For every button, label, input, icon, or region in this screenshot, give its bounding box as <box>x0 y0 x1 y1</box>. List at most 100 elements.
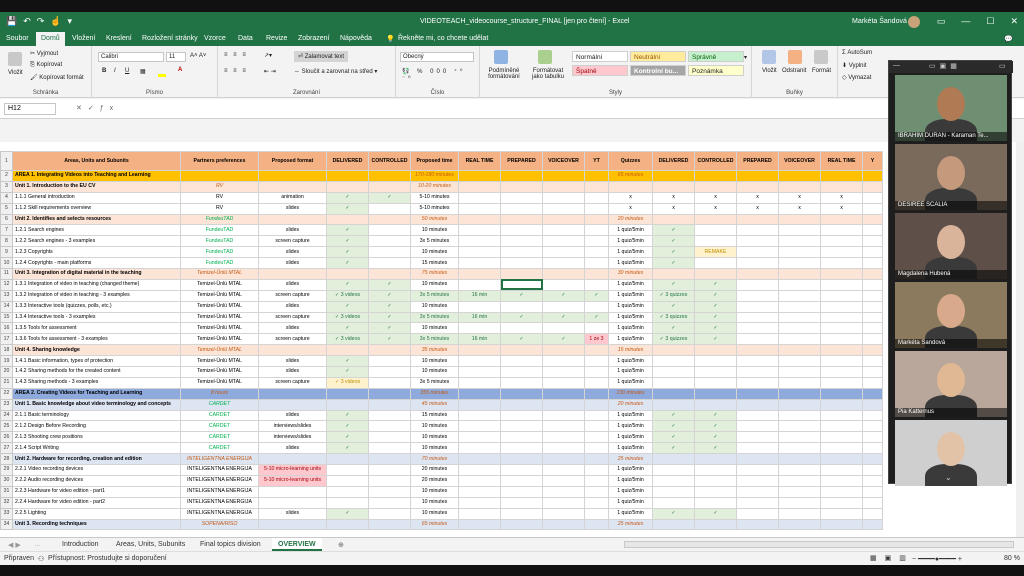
cell[interactable]: CARDET <box>180 442 259 455</box>
tab-page-layout[interactable]: Rozložení stránky <box>142 35 198 42</box>
cell[interactable] <box>326 485 369 498</box>
cell[interactable] <box>736 398 779 411</box>
cell[interactable] <box>778 464 821 476</box>
expand-call-icon[interactable]: ▭ <box>999 62 1006 70</box>
cell[interactable]: 5-10 micro-learning units <box>258 464 327 476</box>
cell[interactable] <box>862 376 883 389</box>
comments-icon[interactable]: 💬 <box>1004 35 1013 43</box>
cell[interactable] <box>862 518 883 531</box>
cell[interactable] <box>778 224 821 237</box>
cell[interactable] <box>862 235 883 248</box>
row-number[interactable]: 3 <box>0 180 13 193</box>
cell[interactable]: ✓ <box>368 311 411 324</box>
save-icon[interactable]: 💾 <box>6 16 17 27</box>
cell[interactable]: 1 quiz/5min <box>608 485 653 498</box>
cell[interactable] <box>542 300 585 313</box>
cell[interactable] <box>652 213 695 226</box>
cell[interactable] <box>326 398 369 411</box>
cell[interactable] <box>500 246 543 259</box>
cell[interactable]: 1 ze 3 <box>584 333 609 346</box>
cell[interactable]: 10 minutes <box>410 246 459 259</box>
cell[interactable] <box>542 268 585 280</box>
cell[interactable]: DELIVERED <box>326 151 369 171</box>
cell[interactable] <box>542 366 585 378</box>
cell[interactable] <box>778 322 821 335</box>
cell[interactable]: 45 minutes <box>410 398 459 411</box>
cell[interactable]: screen capture <box>258 311 327 324</box>
cell[interactable]: ✓ <box>652 409 695 422</box>
paste-button[interactable]: Vložit <box>8 70 23 76</box>
cell[interactable]: ✓ <box>652 442 695 455</box>
cell[interactable]: ✓ <box>694 289 737 302</box>
cell[interactable] <box>368 442 411 455</box>
cell[interactable]: slides <box>258 224 327 237</box>
cell[interactable] <box>820 246 863 259</box>
cell[interactable] <box>862 257 883 270</box>
cell[interactable]: 1.1.2 Skill requirements overview <box>12 202 181 215</box>
cell[interactable] <box>542 355 585 368</box>
cell[interactable]: 1 quiz/5min <box>608 474 653 487</box>
cell[interactable] <box>542 398 585 411</box>
cell[interactable] <box>458 474 501 487</box>
cell[interactable] <box>736 257 779 270</box>
tab-formulas[interactable]: Vzorce <box>204 35 226 42</box>
cell[interactable]: FundeuTAD <box>180 224 259 237</box>
cell[interactable]: 1.4.3 Sharing methods - 3 examples <box>12 376 181 389</box>
cell[interactable] <box>652 398 695 411</box>
cell[interactable]: ✓ 3 quizzes <box>652 289 695 302</box>
cell[interactable]: 1 quiz/5min <box>608 257 653 270</box>
cell[interactable] <box>458 224 501 237</box>
cell[interactable] <box>584 180 609 193</box>
cell[interactable] <box>736 278 779 291</box>
cell[interactable] <box>862 398 883 411</box>
cell[interactable]: 20 minutes <box>410 464 459 476</box>
cell[interactable] <box>584 496 609 509</box>
cell[interactable] <box>736 464 779 476</box>
cell[interactable] <box>820 235 863 248</box>
cell[interactable] <box>736 474 779 487</box>
cell[interactable] <box>500 518 543 531</box>
cell[interactable]: 10 minutes <box>410 322 459 335</box>
cell[interactable] <box>778 387 821 400</box>
wrap-text-button[interactable]: ⏎ Zalamovat text <box>294 51 349 62</box>
cell[interactable]: 2.1.1 Basic terminology <box>12 409 181 422</box>
cell[interactable]: ✓ <box>652 507 695 520</box>
cell[interactable] <box>694 387 737 400</box>
cell[interactable]: 10 minutes <box>410 278 459 291</box>
cell[interactable]: slides <box>258 409 327 422</box>
cell[interactable] <box>862 300 883 313</box>
cell[interactable]: screen capture <box>258 376 327 389</box>
cell[interactable]: 130 minutes <box>608 387 653 400</box>
cell[interactable] <box>820 300 863 313</box>
cell[interactable]: REAL TIME <box>458 151 501 171</box>
cell[interactable]: 10 minutes <box>410 420 459 433</box>
cell[interactable]: 5-10 minutes <box>410 202 459 215</box>
cell[interactable] <box>458 507 501 520</box>
cell[interactable]: ✓ <box>500 289 543 302</box>
row-number[interactable]: 12 <box>0 278 13 291</box>
cell[interactable]: 2.2.3 Hardware for video edition - part1 <box>12 485 181 498</box>
delete-cells-button[interactable]: Odstranit <box>782 68 806 74</box>
cell[interactable] <box>542 507 585 520</box>
cell[interactable]: VOICEOVER <box>778 151 821 171</box>
row-number[interactable]: 4 <box>0 191 13 204</box>
cell[interactable]: 1 quiz/5min <box>608 507 653 520</box>
cell[interactable]: 70 minutes <box>410 453 459 466</box>
cell[interactable] <box>862 213 883 226</box>
cell[interactable]: 1 quiz/5min <box>608 322 653 335</box>
cell[interactable] <box>584 464 609 476</box>
formula-input[interactable] <box>130 103 880 115</box>
scroll-down-icon[interactable]: ⌄ <box>945 473 952 482</box>
cell[interactable]: INTELIGENTNA ENERGIJA <box>180 474 259 487</box>
cell[interactable] <box>736 235 779 248</box>
cell[interactable]: ✓ <box>368 191 411 204</box>
accessibility-status[interactable]: Přístupnost: Prostudujte si doporučení <box>48 555 167 562</box>
cell[interactable] <box>862 355 883 368</box>
cell[interactable]: 1 quiz/5min <box>608 300 653 313</box>
cell[interactable]: slides <box>258 278 327 291</box>
row-number[interactable]: 29 <box>0 464 13 476</box>
cell[interactable]: 170-180 minutes <box>410 170 459 182</box>
cell[interactable] <box>778 366 821 378</box>
cell[interactable] <box>778 311 821 324</box>
cell[interactable] <box>368 387 411 400</box>
